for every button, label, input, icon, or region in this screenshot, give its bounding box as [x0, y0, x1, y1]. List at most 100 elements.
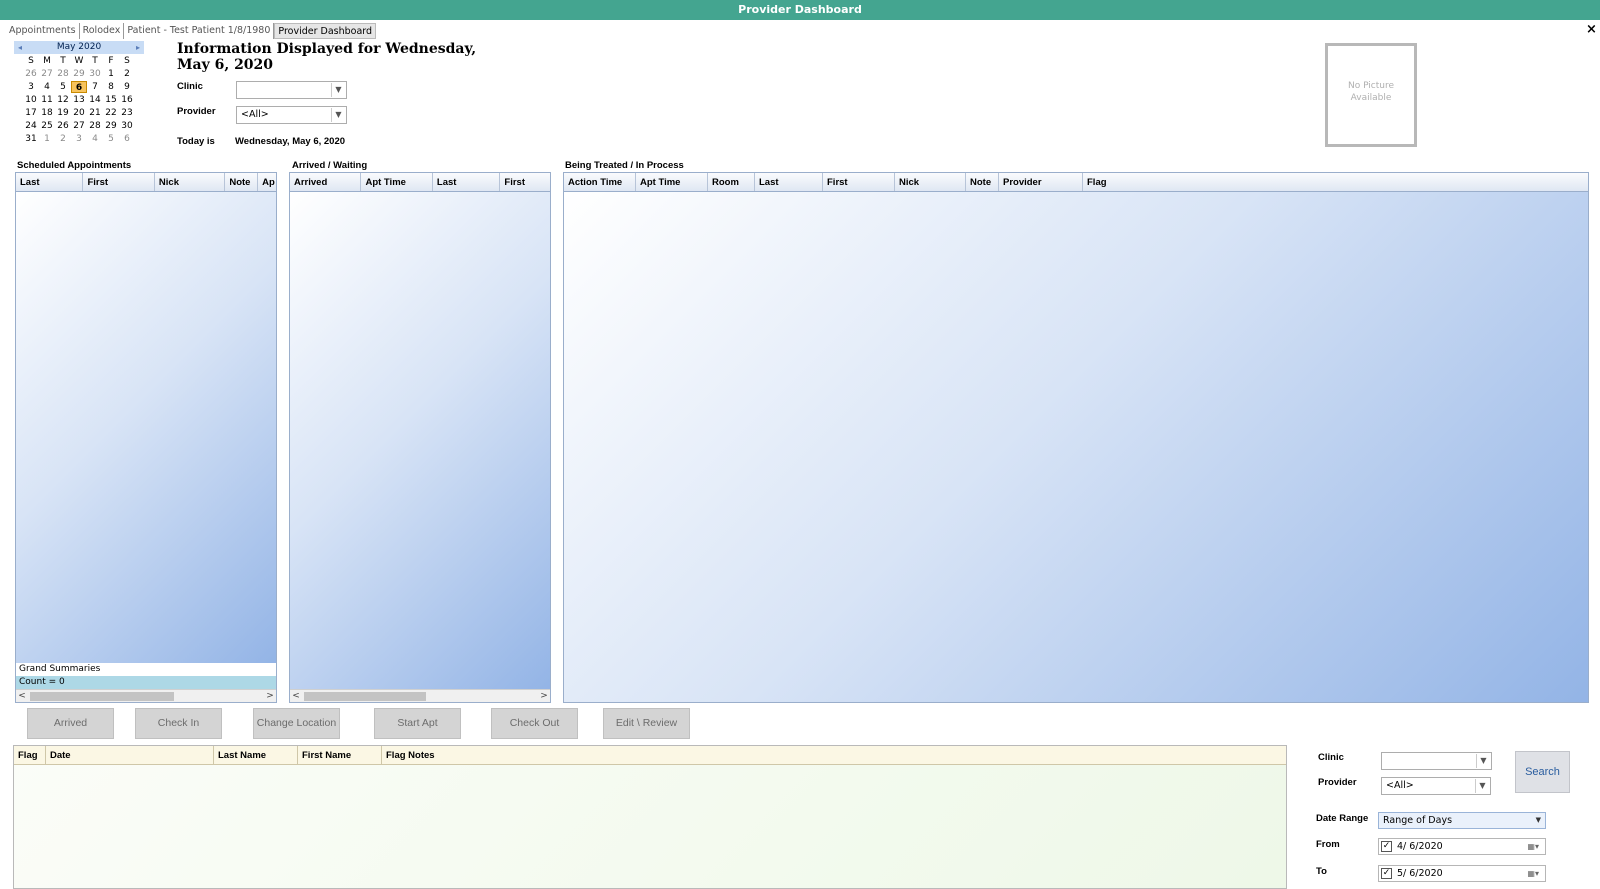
column-header-ap[interactable]: Ap — [258, 173, 276, 191]
column-header-nick[interactable]: Nick — [155, 173, 226, 191]
scheduled-hscrollbar[interactable]: < > — [16, 689, 276, 702]
calendar-day[interactable]: 17 — [23, 107, 39, 119]
calendar-day[interactable]: 1 — [39, 133, 55, 145]
calendar-day[interactable]: 4 — [87, 133, 103, 145]
calendar-day[interactable]: 22 — [103, 107, 119, 119]
calendar-day[interactable]: 1 — [103, 68, 119, 80]
column-header-last[interactable]: Last — [755, 173, 823, 191]
start-apt-button[interactable]: Start Apt — [374, 708, 461, 739]
clinic-select[interactable]: ▼ — [236, 81, 347, 99]
calendar-day[interactable]: 3 — [23, 81, 39, 93]
date-range-select[interactable]: Range of Days ▼ — [1378, 812, 1546, 829]
calendar-day[interactable]: 2 — [119, 68, 135, 80]
scrollbar-thumb[interactable] — [30, 692, 174, 701]
calendar-day[interactable]: 11 — [39, 94, 55, 106]
column-header-apt-time[interactable]: Apt Time — [361, 173, 433, 191]
calendar-day[interactable]: 5 — [55, 81, 71, 93]
column-header-first-name[interactable]: First Name — [298, 746, 382, 764]
column-header-note[interactable]: Note — [225, 173, 259, 191]
column-header-last[interactable]: Last — [433, 173, 501, 191]
column-header-action-time[interactable]: Action Time — [564, 173, 636, 191]
calendar-day[interactable]: 25 — [39, 120, 55, 132]
chevron-right-icon[interactable]: > — [538, 690, 550, 702]
column-header-first[interactable]: First — [823, 173, 895, 191]
from-date-picker[interactable]: ✓ 4/ 6/2020 ▦▾ — [1378, 838, 1546, 855]
filter-clinic-select[interactable]: ▼ — [1381, 752, 1492, 770]
edit-review-button[interactable]: Edit \ Review — [603, 708, 690, 739]
being-treated-grid[interactable]: Action Time Apt Time Room Last First Nic… — [563, 172, 1589, 703]
calendar-day[interactable]: 13 — [71, 94, 87, 106]
arrived-hscrollbar[interactable]: < > — [290, 689, 550, 702]
scheduled-appointments-grid[interactable]: Last First Nick Note Ap Grand Summaries … — [15, 172, 277, 703]
chevron-right-icon[interactable]: > — [264, 690, 276, 702]
scrollbar-thumb[interactable] — [304, 692, 426, 701]
column-header-first[interactable]: First — [500, 173, 550, 191]
calendar-day[interactable]: 9 — [119, 81, 135, 93]
close-icon[interactable]: × — [1586, 22, 1597, 37]
column-header-note[interactable]: Note — [966, 173, 999, 191]
calendar-day[interactable]: 30 — [87, 68, 103, 80]
tab-appointments[interactable]: Appointments — [6, 23, 80, 39]
calendar-day[interactable]: 6 — [71, 81, 87, 93]
chevron-left-icon[interactable]: < — [290, 690, 302, 702]
calendar-day[interactable]: 31 — [23, 133, 39, 145]
tab-patient[interactable]: Patient - Test Patient 1/8/1980 — [124, 23, 275, 39]
calendar-day[interactable]: 29 — [103, 120, 119, 132]
calendar-day[interactable]: 7 — [87, 81, 103, 93]
calendar-day[interactable]: 16 — [119, 94, 135, 106]
column-header-provider[interactable]: Provider — [999, 173, 1083, 191]
calendar-day[interactable]: 14 — [87, 94, 103, 106]
calendar-day[interactable]: 20 — [71, 107, 87, 119]
calendar-day[interactable]: 26 — [23, 68, 39, 80]
tab-provider-dashboard[interactable]: Provider Dashboard — [274, 23, 377, 39]
calendar-day[interactable]: 23 — [119, 107, 135, 119]
column-header-first[interactable]: First — [83, 173, 155, 191]
calendar-day[interactable]: 18 — [39, 107, 55, 119]
column-header-arrived[interactable]: Arrived — [290, 173, 362, 191]
calendar-day[interactable]: 6 — [119, 133, 135, 145]
chevron-left-icon[interactable]: < — [16, 690, 28, 702]
calendar-day[interactable]: 27 — [71, 120, 87, 132]
calendar-day[interactable]: 29 — [71, 68, 87, 80]
calendar-day[interactable]: 28 — [55, 68, 71, 80]
calendar-day[interactable]: 5 — [103, 133, 119, 145]
calendar-day[interactable]: 19 — [55, 107, 71, 119]
column-header-last[interactable]: Last — [16, 173, 84, 191]
column-header-flag[interactable]: Flag — [14, 746, 46, 764]
arrived-waiting-grid[interactable]: Arrived Apt Time Last First < > — [289, 172, 551, 703]
filter-provider-select[interactable]: <All> ▼ — [1381, 777, 1491, 795]
to-date-picker[interactable]: ✓ 5/ 6/2020 ▦▾ — [1378, 865, 1546, 882]
treated-grid-body[interactable] — [564, 192, 1588, 702]
calendar-day[interactable]: 10 — [23, 94, 39, 106]
change-location-button[interactable]: Change Location — [253, 708, 340, 739]
scheduled-grid-body[interactable] — [16, 192, 276, 663]
checkbox-checked-icon[interactable]: ✓ — [1381, 868, 1392, 879]
calendar-day[interactable]: 24 — [23, 120, 39, 132]
calendar-day[interactable]: 21 — [87, 107, 103, 119]
column-header-nick[interactable]: Nick — [895, 173, 966, 191]
check-out-button[interactable]: Check Out — [491, 708, 578, 739]
column-header-flag-notes[interactable]: Flag Notes — [382, 746, 1286, 764]
arrived-button[interactable]: Arrived — [27, 708, 114, 739]
column-header-last-name[interactable]: Last Name — [214, 746, 298, 764]
calendar-day[interactable]: 30 — [119, 120, 135, 132]
patient-flags-grid[interactable]: Flag Date Last Name First Name Flag Note… — [13, 745, 1287, 889]
check-in-button[interactable]: Check In — [135, 708, 222, 739]
calendar-day[interactable]: 4 — [39, 81, 55, 93]
calendar-day[interactable]: 27 — [39, 68, 55, 80]
column-header-apt-time[interactable]: Apt Time — [636, 173, 708, 191]
chevron-right-icon[interactable]: ▸ — [136, 41, 140, 54]
chevron-left-icon[interactable]: ◂ — [18, 41, 22, 54]
checkbox-checked-icon[interactable]: ✓ — [1381, 841, 1392, 852]
calendar-dropdown-icon[interactable]: ▦▾ — [1527, 866, 1539, 881]
calendar-dropdown-icon[interactable]: ▦▾ — [1527, 839, 1539, 854]
tab-rolodex[interactable]: Rolodex — [80, 23, 125, 39]
calendar-day[interactable]: 2 — [55, 133, 71, 145]
column-header-room[interactable]: Room — [708, 173, 755, 191]
calendar-day[interactable]: 15 — [103, 94, 119, 106]
calendar-day[interactable]: 3 — [71, 133, 87, 145]
calendar-day[interactable]: 28 — [87, 120, 103, 132]
column-header-flag[interactable]: Flag — [1083, 173, 1588, 191]
provider-select[interactable]: <All> ▼ — [236, 106, 347, 124]
calendar-day[interactable]: 26 — [55, 120, 71, 132]
